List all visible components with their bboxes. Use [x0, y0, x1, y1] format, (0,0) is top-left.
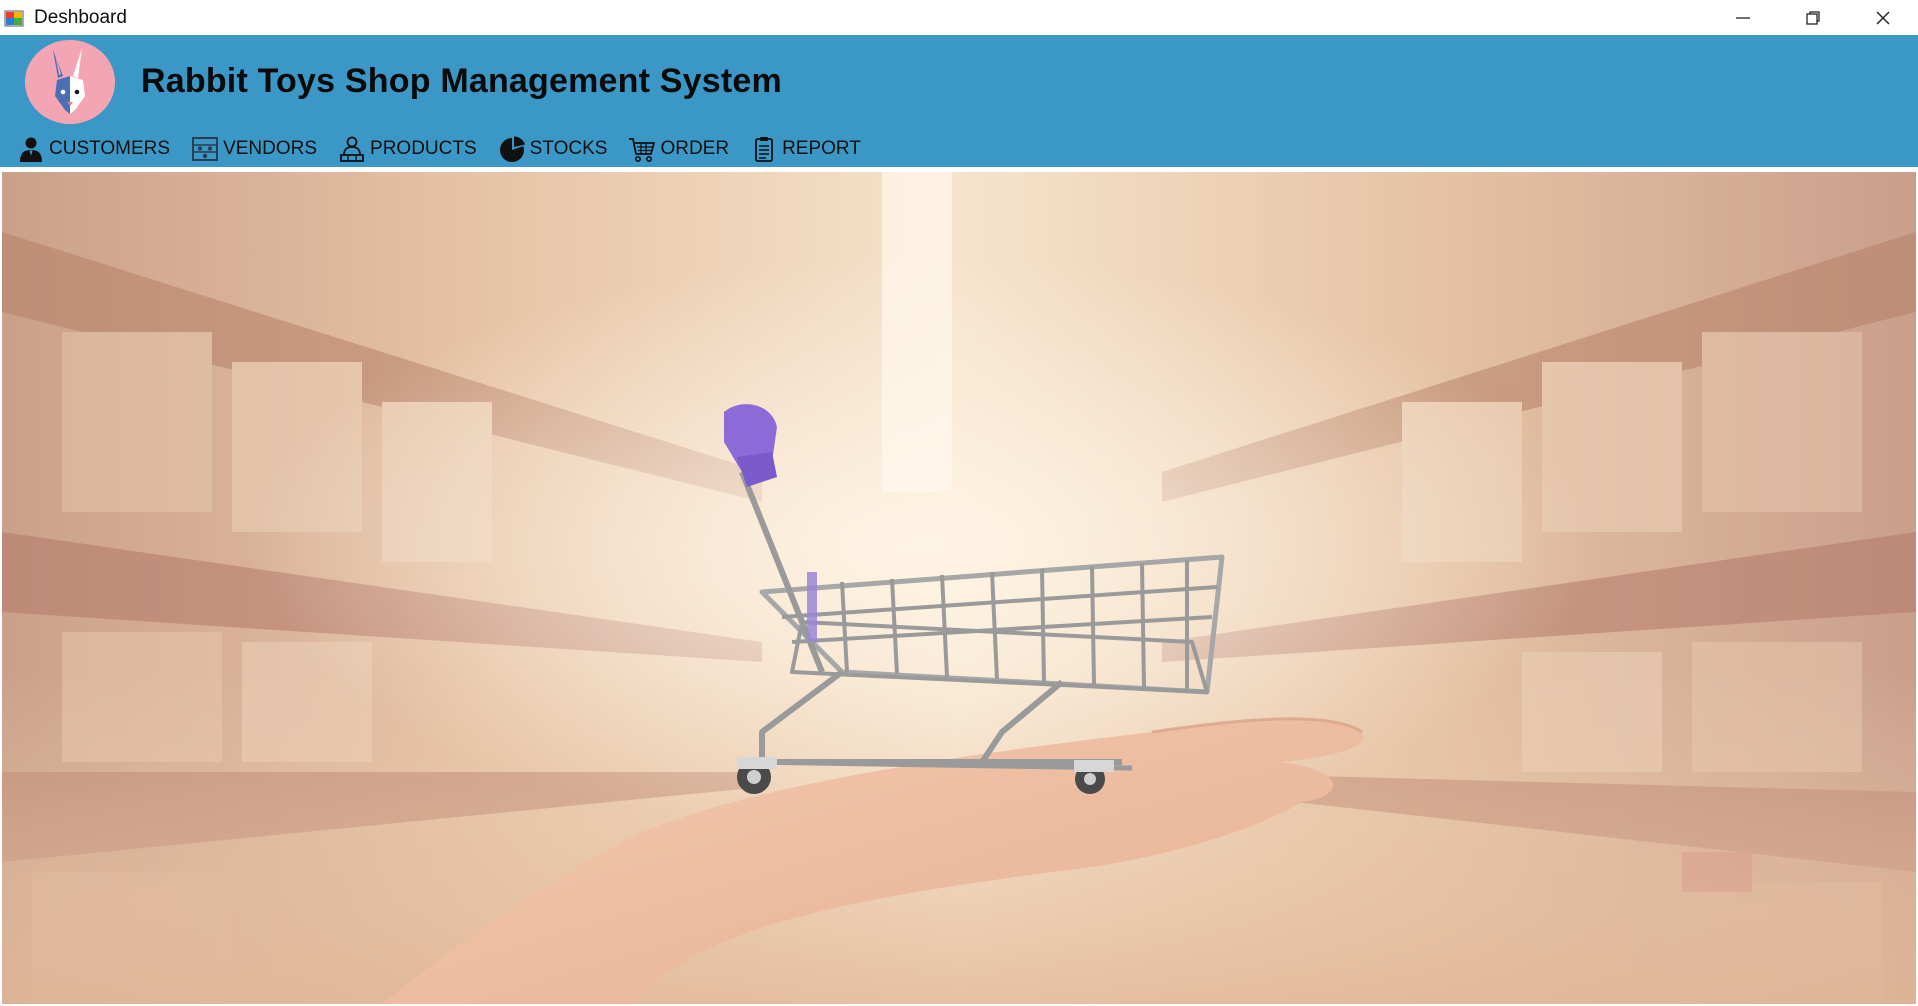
menu-item-label: PRODUCTS	[370, 138, 477, 159]
menu-item-label: REPORT	[782, 138, 861, 159]
menu-item-label: ORDER	[660, 138, 730, 159]
menu-item-products[interactable]: PRODUCTS	[335, 133, 483, 165]
menu-item-customers[interactable]: CUSTOMERS	[14, 133, 176, 165]
menu-item-label: CUSTOMERS	[49, 138, 171, 159]
restore-button[interactable]	[1778, 0, 1848, 35]
dashboard-hero-image	[2, 172, 1916, 1004]
minimize-button[interactable]	[1708, 0, 1778, 35]
app-header: Rabbit Toys Shop Management System CUSTO…	[0, 35, 1918, 167]
menu-item-label: STOCKS	[529, 138, 608, 159]
window-titlebar: Deshboard	[0, 0, 1918, 35]
products-icon	[337, 134, 367, 164]
app-title: Rabbit Toys Shop Management System	[141, 62, 782, 100]
close-icon	[1876, 11, 1890, 24]
main-menu: CUSTOMERS VENDORS PRODUCTS STOCKS ORDER …	[14, 133, 879, 165]
window-title: Deshboard	[34, 6, 127, 28]
menu-item-stocks[interactable]: STOCKS	[495, 133, 614, 165]
rabbit-logo	[25, 40, 115, 124]
stocks-pie-icon	[497, 134, 527, 164]
menu-item-vendors[interactable]: VENDORS	[188, 133, 323, 165]
close-button[interactable]	[1848, 0, 1918, 35]
cart-icon	[627, 134, 657, 164]
customer-icon	[16, 134, 46, 164]
menu-item-order[interactable]: ORDER	[625, 133, 735, 165]
minimize-icon	[1736, 16, 1750, 19]
window-controls	[1708, 0, 1918, 35]
menu-item-report[interactable]: REPORT	[747, 133, 867, 165]
restore-icon	[1806, 10, 1820, 25]
clipboard-icon	[749, 134, 779, 164]
vendors-icon	[190, 134, 220, 164]
menu-item-label: VENDORS	[223, 138, 318, 159]
app-window-icon	[4, 8, 24, 28]
